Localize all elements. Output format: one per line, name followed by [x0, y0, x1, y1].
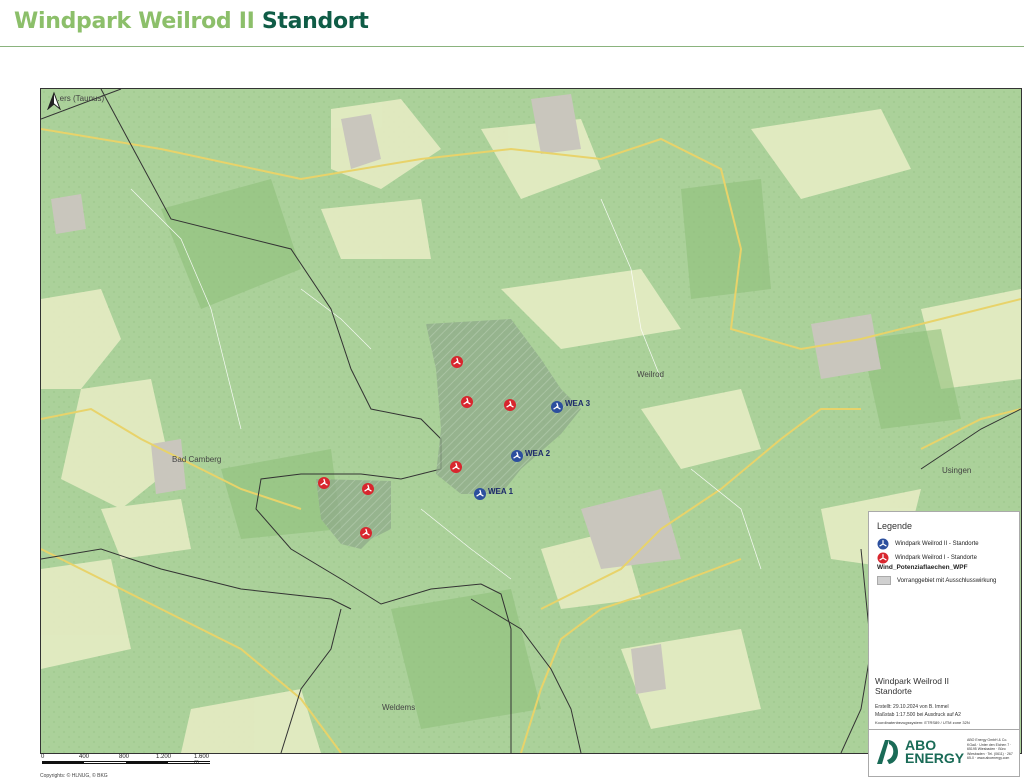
copyright-note: Copyrights: © HLNUG, © BKG [40, 773, 108, 779]
scale-bar: 0 400 800 1.200 1.600 m [41, 754, 212, 774]
scale-label-0: 0 [41, 754, 45, 760]
logo-line-2: ENERGY [905, 750, 965, 766]
legend-item-area: Vorranggebiet mit Ausschlusswirkung [877, 576, 996, 585]
scale-label-800: 800 [119, 754, 130, 760]
turbine-label-wea-2: WEA 2 [525, 449, 551, 458]
legend-title: Legende [877, 521, 913, 531]
turbine-label-wea-1: WEA 1 [488, 487, 514, 496]
scale-label-1600: 1.600 m [194, 754, 210, 766]
info-created: Erstellt: 29.10.2024 von B. Immel [875, 704, 949, 710]
legend-group-heading: Wind_Potenziaflaechen_WPF [877, 564, 968, 571]
company-logo-block: ABO ENERGY ABO Energy GmbH & Co. KGaA · … [868, 729, 1020, 777]
turbine-old-2 [461, 396, 473, 408]
turbine-red-icon [877, 552, 889, 564]
info-title: Windpark Weilrod II Standorte [875, 676, 949, 696]
turbine-old-6 [362, 483, 374, 495]
info-title-line-2: Standorte [875, 686, 912, 696]
scale-label-400: 400 [79, 754, 90, 760]
map-legend: Legende Windpark Weilrod II - Standorte … [868, 511, 1020, 673]
info-scale: Maßstab 1:17.500 bei Ausdruck auf A2 [875, 712, 961, 718]
turbine-label-wea-3: WEA 3 [565, 399, 591, 408]
turbine-new-1 [474, 488, 486, 500]
company-address: ABO Energy GmbH & Co. KGaA · Unter den E… [967, 738, 1013, 760]
legend-item-area-label: Vorranggebiet mit Ausschlusswirkung [897, 577, 997, 584]
scale-label-1200: 1.200 [156, 754, 172, 760]
legend-area-swatch [877, 576, 891, 585]
turbine-blue-icon [877, 538, 889, 550]
legend-item-old: Windpark Weilrod I - Standorte [877, 552, 977, 564]
turbine-old-7 [360, 527, 372, 539]
map-info-block: Windpark Weilrod II Standorte Erstellt: … [868, 671, 1020, 730]
legend-item-old-label: Windpark Weilrod I - Standorte [895, 555, 977, 561]
logo-wordmark: ABO ENERGY [905, 738, 965, 766]
turbine-new-2 [511, 450, 523, 462]
turbine-old-3 [504, 399, 516, 411]
legend-item-new: Windpark Weilrod II - Standorte [877, 538, 979, 550]
abo-logo-icon [877, 740, 898, 764]
legend-item-new-label: Windpark Weilrod II - Standorte [895, 541, 979, 547]
turbine-old-5 [318, 477, 330, 489]
turbine-new-3 [551, 401, 563, 413]
turbine-old-4 [450, 461, 462, 473]
info-title-line-1: Windpark Weilrod II [875, 676, 950, 686]
turbine-old-1 [451, 356, 463, 368]
info-crs: Koordinatenbezugssystem: ETRS89 / UTM zo… [875, 720, 970, 725]
